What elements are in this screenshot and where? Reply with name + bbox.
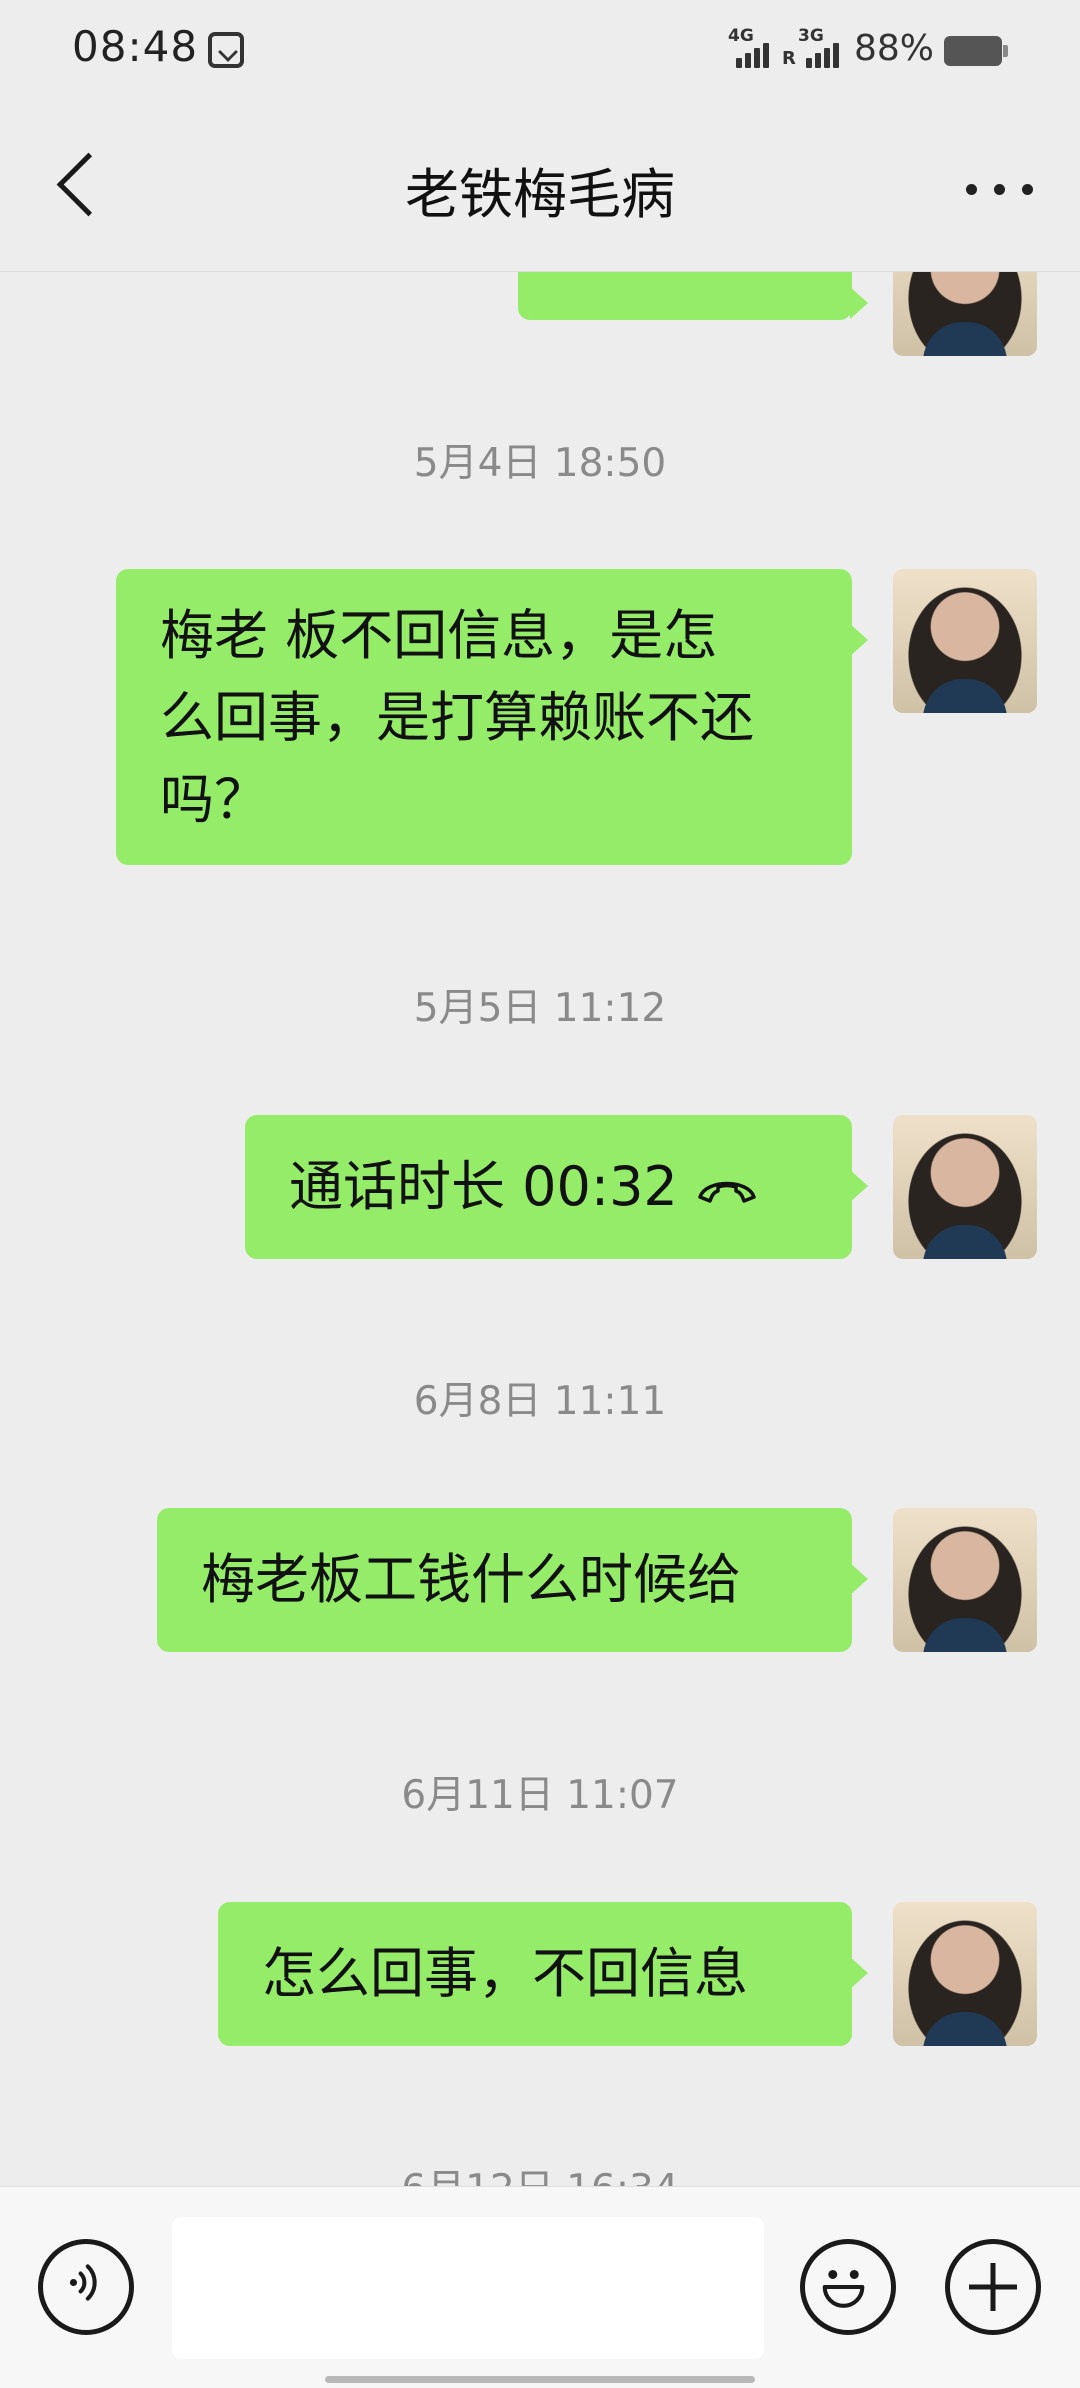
avatar[interactable]	[893, 569, 1037, 713]
phone-hangup-icon	[698, 1182, 756, 1204]
home-indicator[interactable]	[325, 2376, 755, 2383]
message-text: 怎么回事，不回信息	[262, 1942, 748, 2005]
input-bar	[0, 2186, 1080, 2388]
battery-icon	[944, 36, 1008, 66]
chat-header: 老铁梅毛病	[0, 100, 1080, 272]
message-line: 梅老 板不回信息，是怎	[160, 604, 718, 667]
message-timestamp: 5月5日 11:12	[413, 986, 667, 1031]
network-type-label: 3G	[798, 26, 824, 46]
emoji-icon[interactable]	[800, 2239, 896, 2335]
avatar[interactable]	[893, 1115, 1037, 1259]
message-bubble[interactable]: 梅老板工钱什么时候给	[157, 1508, 868, 1652]
notification-icon	[208, 32, 244, 68]
signal-icon-4g: 4G	[728, 26, 788, 68]
voice-icon[interactable]	[38, 2239, 134, 2335]
message-bubble[interactable]: 梅老 板不回信息，是怎 么回事，是打算赖账不还 吗？	[116, 569, 868, 865]
message-line: 吗？	[160, 768, 268, 831]
message-text: 梅老板工钱什么时候给	[201, 1548, 741, 1611]
message-timestamp: 6月12日 16:34	[0, 2158, 1080, 2186]
chat-title: 老铁梅毛病	[405, 163, 675, 226]
message-timestamp: 6月11日 11:07	[401, 1773, 679, 1818]
more-dots-icon[interactable]	[960, 170, 1040, 210]
status-bar: 08:48 4G R 3G 88%	[0, 0, 1080, 100]
avatar[interactable]	[893, 1508, 1037, 1652]
battery-percent: 88%	[854, 28, 935, 69]
message-bubble[interactable]: 怎么回事，不回信息	[218, 1902, 868, 2046]
plus-icon[interactable]	[945, 2239, 1041, 2335]
call-duration-text: 通话时长 00:32	[289, 1155, 678, 1218]
message-timestamp: 5月4日 18:50	[413, 441, 667, 486]
network-type-label: 4G	[728, 26, 754, 46]
signal-icon-3g: 3G	[798, 26, 858, 68]
avatar[interactable]	[893, 1902, 1037, 2046]
avatar[interactable]	[893, 272, 1037, 356]
chat-messages: 5月4日 18:50 梅老 板不回信息，是怎 么回事，是打算赖账不还 吗？ 5月…	[0, 272, 1080, 2186]
message-bubble-partial[interactable]	[518, 272, 868, 320]
message-timestamp: 6月8日 11:11	[413, 1379, 667, 1424]
message-line: 么回事，是打算赖账不还	[160, 686, 754, 749]
call-record-bubble[interactable]: 通话时长 00:32	[245, 1115, 868, 1259]
status-time: 08:48	[72, 22, 199, 71]
roaming-label: R	[782, 48, 796, 69]
message-input[interactable]	[172, 2217, 764, 2359]
